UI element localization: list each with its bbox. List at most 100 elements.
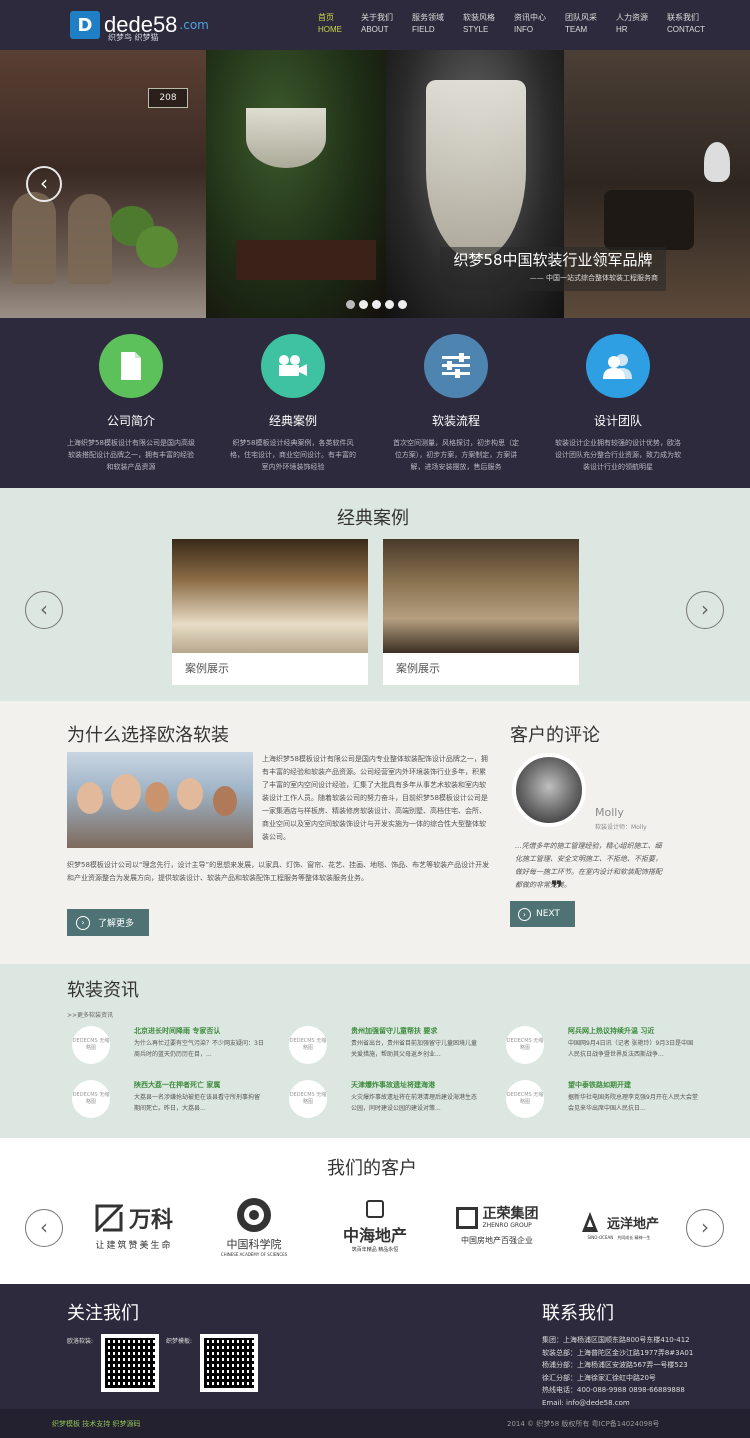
nav-about[interactable]: 关于我们 ABOUT [361, 12, 393, 36]
banner-dot[interactable] [398, 300, 407, 309]
banner-title: 织梦58中国软装行业领军品牌 [453, 251, 653, 269]
news-item[interactable]: DEDECMS 无缩略图 陕西大荔一在押者死亡 家属 大荔县一名涉嫌抢劫被拒在该… [72, 1080, 282, 1120]
nav-hr[interactable]: 人力资源 HR [616, 12, 648, 36]
qr2-label: 织梦模板: [166, 1338, 193, 1345]
news-thumbnail: DEDECMS 无缩略图 [289, 1026, 327, 1064]
logo-slogan: 织梦鸟 织梦猫 [108, 33, 159, 42]
news-headline[interactable]: 天津爆炸事故遗址将建海港 [351, 1080, 435, 1090]
site-header: D dede58 .com 织梦鸟 织梦猫 首页 HOME 关于我们 ABOUT 服… [0, 0, 750, 50]
hero-banner: 208 ‹ 织梦58中国软装行业领军品牌 —— 中国一站式综合整体软装工程服务商 [0, 50, 750, 318]
services-section: 公司简介 上海织梦58模板设计有限公司是国内高级软装搭配设计品牌之一，拥有丰富的… [0, 318, 750, 488]
client-logo-sinoocean[interactable]: 远洋地产 SINO-OCEAN 共同成长 精神一生 [566, 1194, 672, 1258]
banner-prev-arrow[interactable]: ‹ [26, 166, 62, 202]
nav-home[interactable]: 首页 HOME [318, 12, 342, 36]
clients-section: 我们的客户 ‹ › 万科 让建筑赞美生命 中国科学院 CHINESE ACADE… [0, 1138, 750, 1284]
follow-title: 关注我们 [67, 1303, 139, 1324]
clients-prev-arrow[interactable]: ‹ [25, 1209, 63, 1247]
chevron-right-icon: › [76, 915, 90, 930]
banner-subtitle: —— 中国一站式综合整体软装工程服务商 [529, 274, 658, 282]
case-card[interactable]: 案例展示 [383, 539, 579, 685]
news-item[interactable]: DEDECMS 无缩略图 望中泰铁路如期开建 据新华社电国务院总理李克强9月开在… [506, 1080, 716, 1120]
service-team[interactable]: 设计团队 软装设计企业拥有较强的设计优势，欧洛设计团队充分整合行业资源，致力成为… [543, 334, 693, 473]
team-photo [67, 752, 253, 848]
news-title: 软装资讯 [67, 980, 139, 1001]
news-summary: 据新华社电国务院总理李克强9月开在人民大会堂会见来华出席中国人民抗日... [568, 1094, 698, 1112]
sinoocean-logo-icon [581, 1212, 598, 1232]
chevron-right-icon: › [518, 907, 531, 921]
banner-dot[interactable] [346, 300, 355, 309]
contact-email[interactable]: Email: info@dede58.com [542, 1397, 693, 1410]
news-summary: 为什么再忙过要有空气污染？不少网友疑问：3日周兵时的蓝天仍历历在目，... [134, 1040, 264, 1058]
users-icon [586, 334, 650, 398]
news-headline[interactable]: 阿兵网上热议持续升温 习近 [568, 1026, 654, 1036]
nav-team[interactable]: 团队风采 TEAM [565, 12, 597, 36]
support-links[interactable]: 织梦模板 技术支持 织梦源码 [52, 1419, 140, 1429]
news-headline[interactable]: 陕西大荔一在押者死亡 家属 [134, 1080, 220, 1090]
service-company[interactable]: 公司简介 上海织梦58模板设计有限公司是国内高级软装搭配设计品牌之一，拥有丰富的… [56, 334, 206, 473]
service-desc: 首次空间测量，风格探讨，初步构思（定位方案），初步方案，方案制定，方案讲解，进场… [393, 439, 519, 471]
news-thumbnail: DEDECMS 无缩略图 [72, 1026, 110, 1064]
banner-pagination [346, 300, 411, 309]
cases-next-arrow[interactable]: › [686, 591, 724, 629]
cases-prev-arrow[interactable]: ‹ [25, 591, 63, 629]
why-paragraph-1: 上海织梦58模板设计有限公司是国内专业整体软装配饰设计品牌之一，拥有丰富的经验和… [262, 755, 488, 841]
service-title: 公司简介 [106, 414, 155, 428]
news-headline[interactable]: 北京进长时间降雨 专家否认 [134, 1026, 220, 1036]
qr1-label: 欧洛软装: [67, 1338, 94, 1345]
qr-code-icon [101, 1334, 159, 1392]
news-headline[interactable]: 望中泰铁路如期开建 [568, 1080, 631, 1090]
news-section: 软装资讯 >>更多软装资讯 DEDECMS 无缩略图 北京进长时间降雨 专家否认… [0, 964, 750, 1138]
nav-contact[interactable]: 联系我们 CONTACT [667, 12, 705, 36]
why-title: 为什么选择欧洛软装 [67, 725, 229, 746]
copyright-bar: 织梦模板 技术支持 织梦源码 2014 © 织梦58 版权所有 粤ICP备140… [0, 1409, 750, 1438]
news-summary: 火灾爆炸事故遗址将在前港清理后建设海港生态公园，同时建设公园的建设对策... [351, 1094, 478, 1112]
reviewer-name: Molly [595, 806, 624, 819]
case-image [172, 539, 368, 653]
nav-field[interactable]: 服务领域 FIELD [412, 12, 444, 36]
nav-info[interactable]: 资讯中心 INFO [514, 12, 546, 36]
news-thumbnail: DEDECMS 无缩略图 [289, 1080, 327, 1118]
next-review-button[interactable]: › NEXT [510, 901, 575, 927]
site-footer: 关注我们 欧洛软装: 织梦模板: 联系我们 集团：上海杨浦区国顺东路800号东楼… [0, 1284, 750, 1409]
client-logo-vanke[interactable]: 万科 让建筑赞美生命 [84, 1194, 184, 1258]
service-cases[interactable]: 经典案例 织梦58模板设计经典案例，各类软件风格，住宅设计，商业空间设计。有丰富… [218, 334, 368, 473]
contact-list: 集团：上海杨浦区国顺东路800号东楼410-412 软装总部：上海普陀区金沙江路… [542, 1334, 693, 1409]
service-desc: 软装设计企业拥有较强的设计优势，欧洛设计团队充分整合行业资源，致力成为软装设计行… [555, 439, 681, 471]
service-process[interactable]: 软装流程 首次空间测量，风格探讨，初步构思（定位方案），初步方案，方案制定，方案… [381, 334, 531, 473]
banner-dot[interactable] [359, 300, 368, 309]
banner-dot[interactable] [385, 300, 394, 309]
news-item[interactable]: DEDECMS 无缩略图 天津爆炸事故遗址将建海港 火灾爆炸事故遗址将在前港清理… [289, 1080, 499, 1120]
client-logo-cas[interactable]: 中国科学院 CHINESE ACADEMY OF SCIENCES [212, 1194, 296, 1258]
news-thumbnail: DEDECMS 无缩略图 [72, 1080, 110, 1118]
learn-more-button[interactable]: › 了解更多 [67, 909, 149, 936]
contact-line: 集团：上海杨浦区国顺东路800号东楼410-412 [542, 1336, 690, 1344]
why-section: 为什么选择欧洛软装 上海织梦58模板设计有限公司是国内专业整体软装配饰设计品牌之… [0, 701, 750, 964]
service-desc: 织梦58模板设计经典案例，各类软件风格，住宅设计，商业空间设计。有丰富的室内外环… [230, 439, 356, 471]
comments-title: 客户的评论 [510, 725, 600, 746]
case-card[interactable]: 案例展示 [172, 539, 368, 685]
banner-image-bar [206, 50, 386, 318]
news-headline[interactable]: 贵州加强留守儿童帮扶 要求 [351, 1026, 437, 1036]
news-thumbnail: DEDECMS 无缩略图 [506, 1026, 544, 1064]
clients-next-arrow[interactable]: › [686, 1209, 724, 1247]
news-summary: 中国网9月4日讯（记者 张艳玲）9月3日是中国人民抗日战争暨世界反法西斯战争..… [568, 1040, 694, 1058]
news-item[interactable]: DEDECMS 无缩略图 贵州加强留守儿童帮扶 要求 贵州省出台，贵州省目前加强… [289, 1026, 499, 1066]
contact-line: 热线电话：400-088-9988 0898-66889888 [542, 1386, 685, 1394]
quote-icon: ❞ [551, 876, 563, 900]
news-item[interactable]: DEDECMS 无缩略图 北京进长时间降雨 专家否认 为什么再忙过要有空气污染？… [72, 1026, 282, 1066]
banner-dot[interactable] [372, 300, 381, 309]
news-item[interactable]: DEDECMS 无缩略图 阿兵网上热议持续升温 习近 中国网9月4日讯（记者 张… [506, 1026, 716, 1066]
news-more-link[interactable]: >>更多软装资讯 [67, 1010, 113, 1019]
vanke-logo-icon [95, 1204, 123, 1232]
site-logo[interactable]: D dede58 .com 织梦鸟 织梦猫 [70, 10, 209, 42]
contact-line: 软装总部：上海普陀区金沙江路1977弄8#3A01 [542, 1348, 694, 1357]
service-title: 经典案例 [268, 414, 317, 428]
client-logo-coli[interactable]: 中海地产 筑百年精品 精品永恒 [326, 1194, 424, 1258]
case-label: 案例展示 [396, 662, 440, 675]
contact-title: 联系我们 [542, 1303, 614, 1324]
service-title: 软装流程 [431, 414, 480, 428]
logo-mark-icon: D [70, 11, 100, 39]
nav-style[interactable]: 软装风格 STYLE [463, 12, 495, 36]
sliders-icon [424, 334, 488, 398]
client-logo-zhenro[interactable]: 正荣集团 ZHENRO GROUP 中国房地产百强企业 [446, 1194, 548, 1258]
